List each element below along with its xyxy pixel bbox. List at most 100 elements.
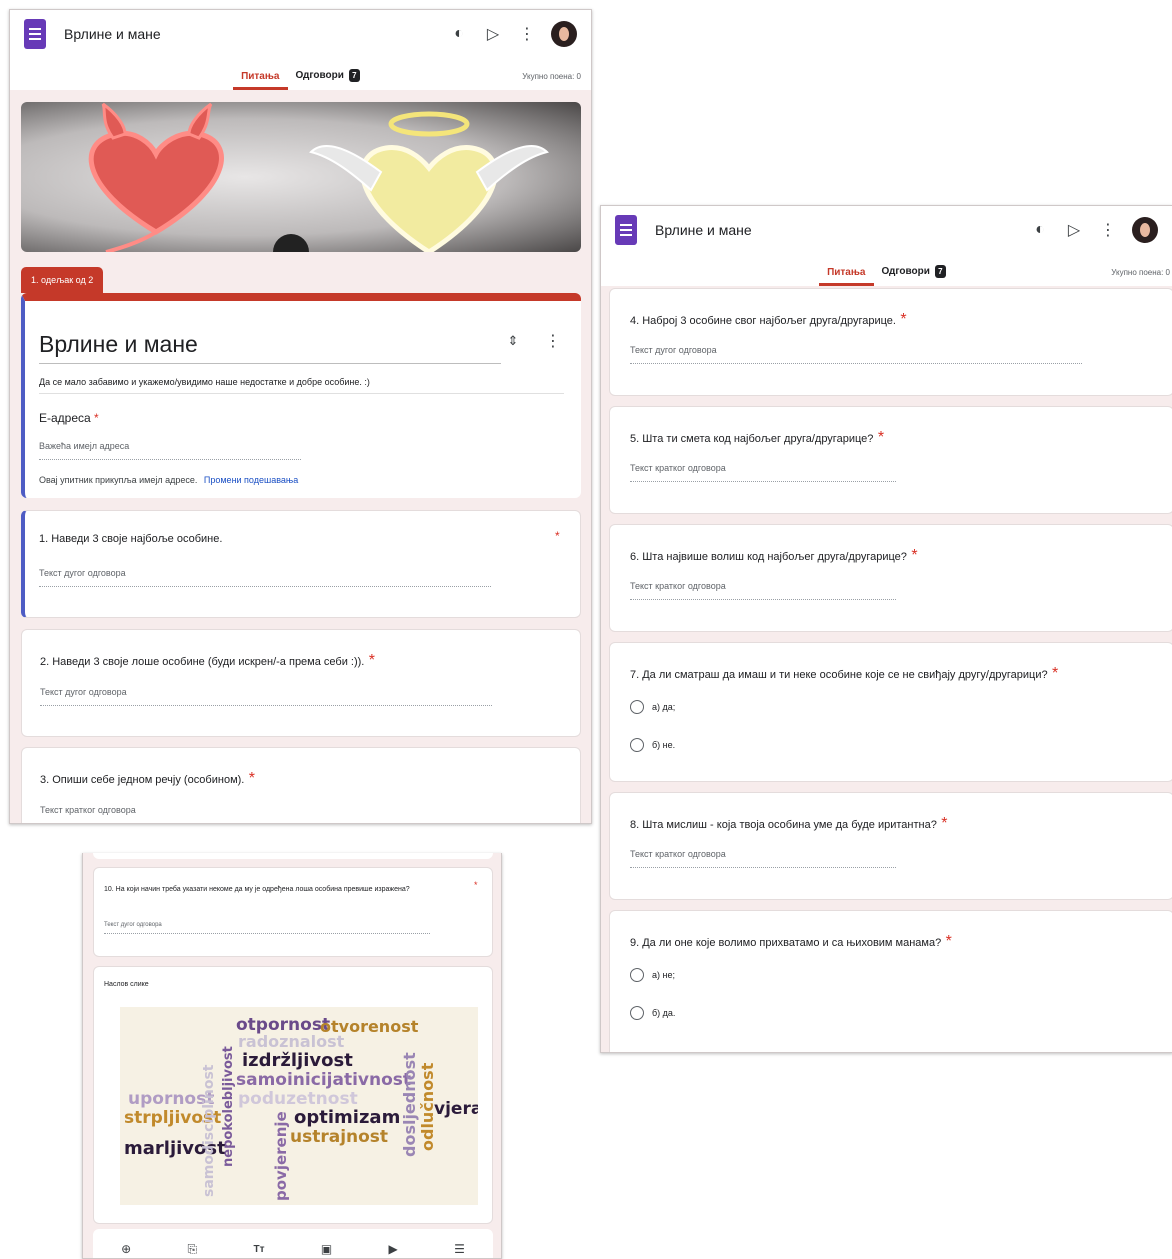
form-editor-panel-2: Врлине и мане ◐ ▷ ⋮ Питања Одговори 7 Уку… <box>600 205 1172 1053</box>
video-icon[interactable]: ▶ <box>389 1242 398 1256</box>
radio-label: а) да; <box>652 702 676 712</box>
avatar[interactable] <box>551 21 577 47</box>
top-bar: Врлине и мане ◐ ▷ ⋮ Питања Одговори 7 Уку… <box>601 206 1172 286</box>
collapse-icon[interactable]: ⇕ <box>503 331 523 351</box>
word-povjerenje: povjerenje <box>272 1111 290 1201</box>
answer-hint: Текст кратког одговора <box>630 463 896 482</box>
required-marker: * <box>895 311 907 328</box>
question-title-text: 6. Шта највише волиш код најбољег друга/… <box>630 551 907 563</box>
question-title-text: 7. Да ли сматраш да имаш и ти неке особи… <box>630 669 1048 681</box>
question-title[interactable]: 9. Да ли оне које волимо прихватамо и са… <box>630 933 952 951</box>
required-marker: * <box>555 529 560 543</box>
question-card-9[interactable]: 9. Да ли оне које волимо прихватамо и са… <box>609 910 1172 1052</box>
answer-hint: Текст дугог одговора <box>630 345 1082 364</box>
previous-card-edge <box>93 853 493 859</box>
required-marker: * <box>90 411 99 425</box>
palette-icon[interactable]: ◐ <box>1030 220 1050 240</box>
form-title[interactable]: Врлине и мане <box>39 331 198 358</box>
tab-responses[interactable]: Одговори 7 <box>874 265 954 286</box>
word-poduzetnost: poduzetnost <box>238 1089 358 1109</box>
question-title[interactable]: 1. Наведи 3 своје најбоље особине. <box>39 533 222 545</box>
responses-count-badge: 7 <box>348 69 360 82</box>
question-toolbar: ⊕ ⎘ Tт ▣ ▶ ☰ <box>93 1229 493 1258</box>
section-icon[interactable]: ☰ <box>454 1242 465 1256</box>
send-icon[interactable]: ▷ <box>483 24 503 44</box>
question-title-text: 4. Наброј 3 особине свог најбољег друга/… <box>630 315 896 327</box>
question-card-6[interactable]: 6. Шта највише волиш код најбољег друга/… <box>609 524 1172 632</box>
radio-label: а) не; <box>652 970 675 980</box>
question-title[interactable]: 10. На који начин треба указати некоме д… <box>104 884 434 895</box>
section-more-icon[interactable]: ⋮ <box>543 331 563 351</box>
palette-icon[interactable]: ◐ <box>449 24 469 44</box>
question-title[interactable]: 2. Наведи 3 своје лоше особине (буди иск… <box>40 652 375 670</box>
send-icon[interactable]: ▷ <box>1064 220 1084 240</box>
section-header-card[interactable]: Врлине и мане ⇕ ⋮ Да се мало забавимо и … <box>21 293 581 498</box>
form-description[interactable]: Да се мало забавимо и укажемо/увидимо на… <box>39 377 370 387</box>
email-note-text: Овај упитник прикупља имејл адресе. <box>39 475 198 485</box>
email-note: Овај упитник прикупља имејл адресе. Пром… <box>39 475 298 485</box>
email-field: Важећа имејл адреса <box>39 441 301 460</box>
answer-hint: Текст кратког одговора <box>630 581 896 600</box>
radio-option[interactable]: а) не; <box>630 968 675 982</box>
radio-button[interactable] <box>630 968 644 982</box>
question-title-text: 8. Шта мислиш - која твоја особина уме д… <box>630 819 937 831</box>
question-card-4[interactable]: 4. Наброј 3 особине свог најбољег друга/… <box>609 288 1172 396</box>
required-marker: * <box>244 770 256 787</box>
question-title[interactable]: 4. Наброј 3 особине свог најбољег друга/… <box>630 311 907 329</box>
question-card-3[interactable]: 3. Опиши себе једном речју (особином). *… <box>21 747 581 823</box>
radio-option[interactable]: а) да; <box>630 700 675 714</box>
question-title[interactable]: 5. Шта ти смета код најбољег друга/друга… <box>630 429 884 447</box>
radio-button[interactable] <box>630 738 644 752</box>
avatar[interactable] <box>1132 217 1158 243</box>
header-image <box>21 102 581 252</box>
image-card[interactable]: Наслов слике otpornost otvorenost radozn… <box>93 966 493 1224</box>
word-izdrzljivost: izdržljivost <box>242 1050 353 1071</box>
responses-count-badge: 7 <box>934 265 946 278</box>
add-question-icon[interactable]: ⊕ <box>121 1242 131 1256</box>
change-settings-link[interactable]: Промени подешавања <box>204 475 298 485</box>
email-label-text: Е-адреса <box>39 411 91 425</box>
tab-responses-label: Одговори <box>881 266 930 277</box>
question-title[interactable]: 7. Да ли сматраш да имаш и ти неке особи… <box>630 665 1058 683</box>
radio-option[interactable]: б) не. <box>630 738 675 752</box>
question-card-10[interactable]: 10. На који начин треба указати некоме д… <box>93 867 493 957</box>
title-icon[interactable]: Tт <box>253 1244 264 1255</box>
question-card-5[interactable]: 5. Шта ти смета код најбољег друга/друга… <box>609 406 1172 514</box>
radio-label: б) не. <box>652 740 676 750</box>
tab-responses[interactable]: Одговори 7 <box>288 69 368 90</box>
tab-questions[interactable]: Питања <box>819 267 874 286</box>
question-title[interactable]: 6. Шта највише волиш код најбољег друга/… <box>630 547 918 565</box>
question-card-1[interactable]: 1. Наведи 3 своје најбоље особине. * Тек… <box>21 510 581 618</box>
more-vert-icon[interactable]: ⋮ <box>1098 220 1118 240</box>
description-underline <box>39 393 564 394</box>
question-card-7[interactable]: 7. Да ли сматраш да имаш и ти неке особи… <box>609 642 1172 782</box>
answer-hint: Текст дугог одговора <box>40 687 492 706</box>
question-title-text: 9. Да ли оне које волимо прихватамо и са… <box>630 937 942 949</box>
more-vert-icon[interactable]: ⋮ <box>517 24 537 44</box>
hearts-illustration <box>88 102 549 252</box>
radio-button[interactable] <box>630 700 644 714</box>
form-editor-panel-3: 10. На који начин треба указати некоме д… <box>82 853 502 1259</box>
title-underline <box>39 363 501 364</box>
document-title[interactable]: Врлине и мане <box>64 26 435 42</box>
forms-logo-icon[interactable] <box>615 215 637 245</box>
word-radoznalost: radoznalost <box>238 1032 345 1051</box>
image-title[interactable]: Наслов слике <box>104 981 149 988</box>
import-icon[interactable]: ⎘ <box>188 1242 198 1257</box>
question-title[interactable]: 8. Шта мислиш - која твоја особина уме д… <box>630 815 948 833</box>
question-title[interactable]: 3. Опиши себе једном речју (особином). * <box>40 770 255 788</box>
required-marker: * <box>936 815 948 832</box>
radio-option[interactable]: б) да. <box>630 1006 675 1020</box>
image-icon[interactable]: ▣ <box>321 1242 332 1256</box>
forms-logo-icon[interactable] <box>24 19 46 49</box>
total-points: Укупно поена: 0 <box>1111 268 1170 277</box>
question-card-2[interactable]: 2. Наведи 3 своје лоше особине (буди иск… <box>21 629 581 737</box>
word-odlucnost: odlučnost <box>418 1062 437 1151</box>
tab-questions[interactable]: Питања <box>233 71 288 90</box>
word-cloud-image[interactable]: otpornost otvorenost radoznalost izdržlj… <box>120 1007 478 1205</box>
document-title[interactable]: Врлине и мане <box>655 222 1016 238</box>
radio-button[interactable] <box>630 1006 644 1020</box>
tab-responses-label: Одговори <box>295 70 344 81</box>
question-card-8[interactable]: 8. Шта мислиш - која твоја особина уме д… <box>609 792 1172 900</box>
form-editor-panel-1: Врлине и мане ◐ ▷ ⋮ Питања Одговори 7 Уку… <box>9 9 592 824</box>
